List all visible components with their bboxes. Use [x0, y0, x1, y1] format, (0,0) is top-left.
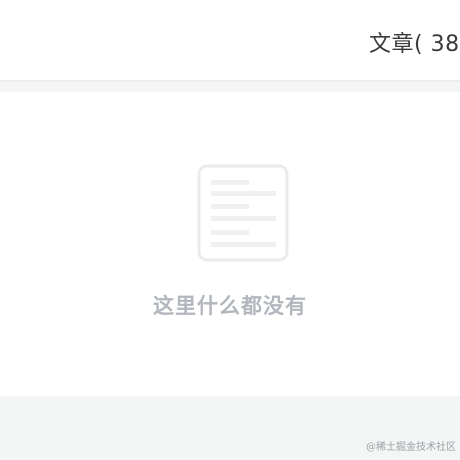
empty-state-message: 这里什么都没有 — [153, 294, 307, 318]
empty-document-icon — [197, 164, 289, 262]
watermark: @稀土掘金技术社区 — [366, 442, 456, 453]
user-profile-page: 文章( 389 这里什么都没有 @稀土掘金技术社区 — [0, 0, 460, 460]
tab-bar-divider — [0, 80, 460, 83]
footer-area: @稀土掘金技术社区 — [0, 396, 460, 460]
tab-articles[interactable]: 文章( 389 — [369, 26, 460, 58]
tab-bar: 文章( 389 — [0, 0, 460, 81]
